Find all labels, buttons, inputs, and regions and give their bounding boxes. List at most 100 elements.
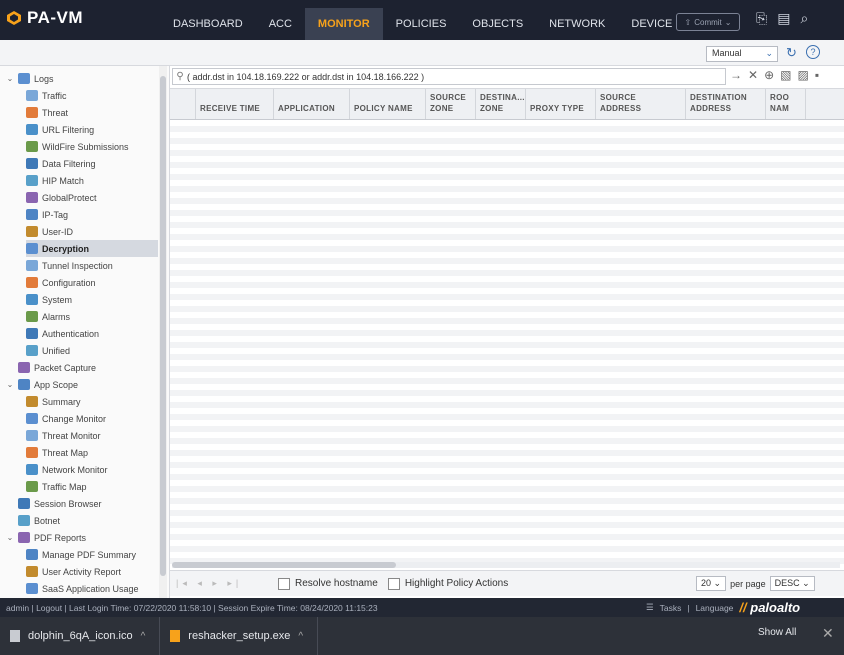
sidebar-item-user-id[interactable]: User-ID: [26, 223, 158, 240]
chevron-up-icon[interactable]: ^: [298, 631, 303, 642]
config-lock-icon[interactable]: ⎘: [756, 10, 767, 27]
sidebar-item-pdf-reports[interactable]: ⌄ PDF Reports: [6, 529, 158, 546]
sidebar-item-traffic-map[interactable]: Traffic Map: [26, 478, 158, 495]
sidebar-item-label: GlobalProtect: [42, 192, 97, 203]
pagination-nav[interactable]: |◂ ◂ ▸ ▸|: [170, 578, 278, 589]
column-header[interactable]: DESTINATION ADDRESS: [686, 89, 766, 119]
sidebar-item-botnet[interactable]: Botnet: [6, 512, 158, 529]
sidebar-item-manage-pdf-summary[interactable]: Manage PDF Summary: [26, 546, 158, 563]
download-item[interactable]: dolphin_6qA_icon.ico ^: [0, 617, 161, 655]
row-expand-column[interactable]: [170, 89, 196, 119]
pa-vm-logo-icon: [7, 11, 21, 25]
column-header[interactable]: ROO NAM: [766, 89, 806, 119]
column-header[interactable]: APPLICATION: [274, 89, 350, 119]
sidebar-item-system[interactable]: System: [26, 291, 158, 308]
chevron-down-icon[interactable]: ⌄: [6, 74, 14, 83]
sidebar-item-label: App Scope: [34, 379, 79, 390]
load-filter-icon[interactable]: ▨: [797, 68, 808, 82]
sidebar-item-saas-application-usage[interactable]: SaaS Application Usage: [26, 580, 158, 597]
close-icon[interactable]: ✕: [822, 625, 834, 642]
checkbox-box[interactable]: [387, 577, 400, 590]
filter-input[interactable]: ⚲ ( addr.dst in 104.18.169.222 or addr.d…: [172, 68, 726, 85]
sidebar-item-logs[interactable]: ⌄ Logs: [6, 70, 158, 87]
sidebar-item-data-filtering[interactable]: Data Filtering: [26, 155, 158, 172]
sidebar-item-user-activity-report[interactable]: User Activity Report: [26, 563, 158, 580]
column-header-label: DESTINATION: [690, 93, 747, 102]
sidebar-item-configuration[interactable]: Configuration: [26, 274, 158, 291]
sidebar-item-threat-map[interactable]: Threat Map: [26, 444, 158, 461]
sidebar-item-label: SaaS Application Usage: [42, 583, 139, 594]
column-header[interactable]: POLICY NAME: [350, 89, 426, 119]
column-header-label: ROO: [770, 93, 790, 102]
sidebar-item-session-browser[interactable]: Session Browser: [6, 495, 158, 512]
sidebar-item-globalprotect[interactable]: GlobalProtect: [26, 189, 158, 206]
highlight-policy-checkbox[interactable]: Highlight Policy Actions: [387, 577, 508, 590]
sidebar-item-tunnel-inspection[interactable]: Tunnel Inspection: [26, 257, 158, 274]
add-filter-icon[interactable]: ⊕: [764, 68, 774, 82]
sidebar-item-traffic[interactable]: Traffic: [26, 87, 158, 104]
checkbox-box[interactable]: [278, 577, 290, 590]
page-size-select[interactable]: 20 ⌄: [696, 576, 727, 591]
sidebar-item-label: Alarms: [42, 311, 71, 322]
sidebar-item-unified[interactable]: Unified: [26, 342, 158, 359]
show-all-button[interactable]: Show All: [758, 627, 796, 638]
sidebar-item-packet-capture[interactable]: Packet Capture: [6, 359, 158, 376]
sidebar-item-threat[interactable]: Threat: [26, 104, 158, 121]
chevron-up-icon[interactable]: ^: [141, 631, 146, 642]
sidebar-item-url-filtering[interactable]: URL Filtering: [26, 121, 158, 138]
sidebar-item-alarms[interactable]: Alarms: [26, 308, 158, 325]
apply-filter-icon[interactable]: →: [730, 68, 742, 82]
save-config-icon[interactable]: ▤: [777, 10, 790, 27]
tab-network[interactable]: NETWORK: [536, 8, 618, 40]
commit-button[interactable]: ⇧ Commit ⌄: [676, 13, 740, 31]
sidebar-item-wildfire-submissions[interactable]: WildFire Submissions: [26, 138, 158, 155]
language-link[interactable]: Language: [696, 603, 734, 613]
tab-acc[interactable]: ACC: [256, 8, 305, 40]
refresh-icon[interactable]: ↻: [786, 45, 797, 61]
sidebar-item-authentication[interactable]: Authentication: [26, 325, 158, 342]
help-icon[interactable]: ?: [806, 45, 820, 59]
scrollbar-thumb[interactable]: [160, 76, 166, 576]
sidebar-item-label: Session Browser: [34, 498, 102, 509]
sidebar-item-ip-tag[interactable]: IP-Tag: [26, 206, 158, 223]
search-icon[interactable]: ⌕: [800, 10, 808, 27]
resolve-hostname-checkbox[interactable]: Resolve hostname: [278, 577, 378, 590]
sidebar-item-app-scope[interactable]: ⌄ App Scope: [6, 376, 158, 393]
sidebar-item-change-monitor[interactable]: Change Monitor: [26, 410, 158, 427]
sidebar-item-label: WildFire Submissions: [42, 141, 129, 152]
column-header[interactable]: RECEIVE TIME: [196, 89, 274, 119]
column-header[interactable]: SOURCE ADDRESS: [596, 89, 686, 119]
column-header[interactable]: SOURCE ZONE: [426, 89, 476, 119]
sidebar-scrollbar[interactable]: [159, 66, 167, 598]
header-actions: ⎘ ▤ ⌕: [756, 10, 808, 27]
refresh-mode-select[interactable]: Manual ⌄: [706, 46, 778, 62]
sidebar-item-hip-match[interactable]: HIP Match: [26, 172, 158, 189]
tasks-link[interactable]: Tasks: [660, 603, 682, 613]
clear-filter-icon[interactable]: ✕: [748, 68, 758, 82]
log-viewer: ⚲ ( addr.dst in 104.18.169.222 or addr.d…: [170, 66, 844, 598]
sidebar-item-summary[interactable]: Summary: [26, 393, 158, 410]
chevron-down-icon[interactable]: ⌄: [6, 380, 14, 389]
horizontal-scrollbar[interactable]: [172, 562, 840, 568]
sidebar-item-network-monitor[interactable]: Network Monitor: [26, 461, 158, 478]
monitor-sidebar-tree: ⌄ Logs Traffic Threat URL Filtering WildFire …: [0, 66, 170, 598]
sidebar-item-decryption[interactable]: Decryption: [26, 240, 158, 257]
export-icon[interactable]: ▪: [815, 68, 819, 82]
save-filter-icon[interactable]: ▧: [780, 68, 791, 82]
scrollbar-thumb[interactable]: [172, 562, 396, 568]
sidebar-item-threat-monitor[interactable]: Threat Monitor: [26, 427, 158, 444]
chevron-down-icon[interactable]: ⌄: [6, 533, 14, 542]
tab-dashboard[interactable]: DASHBOARD: [160, 8, 256, 40]
status-actions: ☰ Tasks | Language // paloalto: [646, 600, 800, 615]
tab-objects[interactable]: OBJECTS: [459, 8, 536, 40]
column-header[interactable]: PROXY TYPE: [526, 89, 596, 119]
tab-policies[interactable]: POLICIES: [383, 8, 460, 40]
sidebar-item-label: User Activity Report: [42, 566, 122, 577]
sidebar-item-label: Botnet: [34, 515, 61, 526]
filter-query: ( addr.dst in 104.18.169.222 or addr.dst…: [187, 71, 425, 82]
column-header-label: SOURCE: [600, 93, 637, 102]
download-item[interactable]: reshacker_setup.exe ^: [160, 617, 319, 655]
column-header[interactable]: DESTINA... ZONE: [476, 89, 526, 119]
tab-monitor[interactable]: MONITOR: [304, 8, 383, 40]
sort-order-select[interactable]: DESC ⌄: [769, 576, 815, 591]
